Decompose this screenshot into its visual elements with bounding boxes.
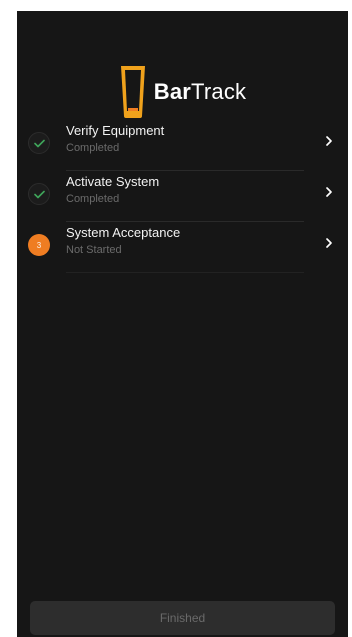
chevron-right-icon[interactable]	[324, 134, 334, 148]
step-title: Activate System	[66, 174, 160, 189]
app-name-light: Track	[191, 79, 247, 104]
check-icon	[33, 190, 45, 198]
step-activate-system[interactable]: Activate System Completed	[17, 171, 348, 222]
app-screen: BarTrack Verify Equipment Completed Acti…	[17, 11, 348, 637]
step-status-badge	[28, 183, 50, 205]
check-icon	[33, 139, 45, 147]
divider	[66, 272, 304, 273]
app-name: BarTrack	[154, 79, 246, 105]
chevron-right-icon[interactable]	[324, 185, 334, 199]
step-status-text: Completed	[66, 142, 120, 154]
step-status-text: Not Started	[66, 244, 122, 256]
chevron-right-icon[interactable]	[324, 236, 334, 250]
step-system-acceptance[interactable]: 3 System Acceptance Not Started	[17, 222, 348, 273]
beer-glass-icon	[120, 66, 145, 118]
step-number: 3	[36, 240, 42, 250]
step-list: Verify Equipment Completed Activate Syst…	[17, 120, 348, 273]
step-title: System Acceptance	[66, 225, 181, 240]
step-number-badge: 3	[28, 234, 50, 256]
app-name-bold: Bar	[153, 79, 192, 104]
finished-button[interactable]: Finished	[30, 601, 335, 635]
app-logo: BarTrack	[17, 63, 348, 121]
step-verify-equipment[interactable]: Verify Equipment Completed	[17, 120, 348, 171]
step-title: Verify Equipment	[66, 123, 165, 138]
step-status-text: Completed	[66, 193, 120, 205]
step-status-badge	[28, 132, 50, 154]
